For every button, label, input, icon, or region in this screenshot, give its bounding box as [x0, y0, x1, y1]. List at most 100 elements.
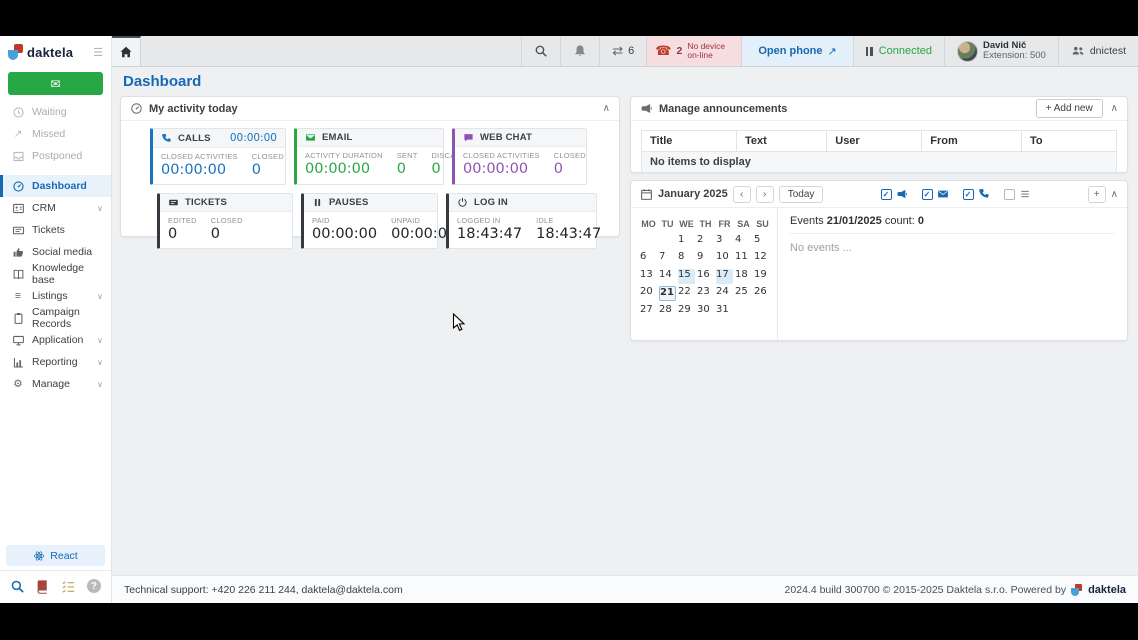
calendar-day[interactable]: 10 [716, 251, 733, 266]
sidebar-item-missed[interactable]: ↗ Missed [0, 123, 111, 145]
pauses-card: PAUSES PAID00:00:00 UNPAID00:00:00 [301, 193, 438, 249]
column-title[interactable]: Title [642, 131, 737, 152]
calendar-day[interactable]: 5 [754, 234, 771, 249]
next-month-button[interactable]: › [756, 186, 774, 203]
user-menu[interactable]: David Nič Extension: 500 [944, 36, 1058, 66]
sidebar-item-knowledge-base[interactable]: Knowledge base [0, 263, 111, 285]
calendar-day[interactable]: 28 [659, 304, 676, 319]
activity-panel-title: My activity today [149, 103, 238, 115]
column-to[interactable]: To [1022, 131, 1117, 152]
connection-status[interactable]: Connected [853, 36, 944, 66]
calendar-day[interactable]: 8 [678, 251, 695, 266]
checklist-icon[interactable] [59, 577, 77, 595]
sidebar-item-campaign-records[interactable]: Campaign Records [0, 307, 111, 329]
calendar-day[interactable]: 14 [659, 269, 676, 284]
calendar-day[interactable]: 27 [640, 304, 657, 319]
sidebar-item-waiting[interactable]: Waiting [0, 101, 111, 123]
queue-selector[interactable]: dnictest [1058, 36, 1138, 66]
phone-icon: ☎ [655, 43, 671, 59]
stat-value: 0 [397, 161, 418, 177]
calendar-day[interactable]: 21 [659, 286, 676, 301]
calendar-day[interactable]: 30 [697, 304, 714, 319]
column-user[interactable]: User [827, 131, 922, 152]
sidebar-item-tickets[interactable]: Tickets [0, 219, 111, 241]
calendar-day[interactable]: 31 [716, 304, 733, 319]
phone-badge-count: 2 [677, 45, 683, 57]
sidebar-item-application[interactable]: Application ∨ [0, 329, 111, 351]
footer-brand: daktela [1088, 584, 1126, 596]
app-window: daktela ☰ ✉ Waiting ↗ Missed Postponed [0, 36, 1138, 603]
calendar-day[interactable]: 6 [640, 251, 657, 266]
today-button[interactable]: Today [779, 186, 824, 203]
calendar-day[interactable]: 18 [735, 269, 752, 284]
react-button[interactable]: React [6, 545, 105, 566]
calendar-day[interactable]: 17 [716, 269, 733, 284]
sidebar-nav: Waiting ↗ Missed Postponed Dashboard [0, 101, 111, 541]
calendar-day[interactable]: 9 [697, 251, 714, 266]
calendar-day[interactable]: 23 [697, 286, 714, 301]
stat-value: 18:43:47 [457, 226, 522, 242]
calendar-day[interactable]: 4 [735, 234, 752, 249]
notifications-button[interactable] [560, 36, 599, 66]
search-button[interactable] [521, 36, 560, 66]
column-text[interactable]: Text [737, 131, 827, 152]
sidebar-item-social-media[interactable]: Social media [0, 241, 111, 263]
filter-events[interactable] [1004, 188, 1031, 200]
envelope-icon: ✉ [50, 77, 60, 91]
new-activity-button[interactable]: ✉ [8, 72, 103, 95]
calendar-day[interactable]: 11 [735, 251, 752, 266]
stat-value: 0 [168, 226, 197, 242]
calendar-day[interactable]: 1 [678, 234, 695, 249]
sidebar-item-reporting[interactable]: Reporting ∨ [0, 351, 111, 373]
content: Dashboard My activity today ∧ [112, 67, 1138, 575]
sidebar-item-crm[interactable]: CRM ∨ [0, 197, 111, 219]
events-count: 0 [918, 215, 924, 227]
calendar-day[interactable]: 12 [754, 251, 771, 266]
sidebar-item-manage[interactable]: ⚙ Manage ∨ [0, 373, 111, 395]
calendar-day[interactable]: 19 [754, 269, 771, 284]
calendar-day[interactable]: 29 [678, 304, 695, 319]
add-new-button[interactable]: + Add new [1036, 99, 1103, 118]
calendar-day[interactable]: 15 [678, 269, 695, 284]
add-event-button[interactable]: + [1088, 186, 1106, 203]
chevron-down-icon: ∨ [97, 358, 103, 367]
announcements-header: Manage announcements + Add new ∧ [631, 97, 1127, 121]
prev-month-button[interactable]: ‹ [733, 186, 751, 203]
events-header: Events 21/01/2025 count: 0 [790, 215, 1115, 234]
calendar-day[interactable]: 24 [716, 286, 733, 301]
collapse-icon[interactable]: ∧ [1111, 189, 1118, 200]
transfers-button[interactable]: ⇄ 6 [599, 36, 646, 66]
calendar-day[interactable]: 2 [697, 234, 714, 249]
announcements-panel: Manage announcements + Add new ∧ Title T… [630, 96, 1128, 173]
filter-announcements[interactable]: ✓ [881, 188, 908, 200]
sidebar-item-dashboard[interactable]: Dashboard [0, 175, 111, 197]
open-phone-button[interactable]: Open phone ↗ [741, 36, 852, 66]
column-from[interactable]: From [922, 131, 1022, 152]
calendar-day[interactable]: 22 [678, 286, 695, 301]
sidebar-item-listings[interactable]: ≡ Listings ∨ [0, 285, 111, 307]
help-icon[interactable]: ? [85, 577, 103, 595]
envelope-icon [305, 132, 316, 143]
collapse-icon[interactable]: ∧ [603, 103, 610, 114]
calls-total-duration: 00:00:00 [230, 132, 277, 144]
brand-name: daktela [27, 45, 73, 60]
collapse-icon[interactable]: ∧ [1111, 103, 1118, 114]
no-device-status[interactable]: ☎ 2 No device on-line [646, 36, 741, 66]
calendar-weekday: TU [658, 215, 677, 233]
calendar-day[interactable]: 25 [735, 286, 752, 301]
calendar-day[interactable]: 16 [697, 269, 714, 284]
calendar-day[interactable]: 26 [754, 286, 771, 301]
bell-icon [573, 44, 587, 58]
calendar-day[interactable]: 3 [716, 234, 733, 249]
search-icon[interactable] [8, 577, 26, 595]
menu-icon[interactable]: ☰ [93, 46, 103, 59]
calendar-day[interactable]: 20 [640, 286, 657, 301]
filter-calls[interactable]: ✓ [963, 188, 990, 200]
sidebar-item-postponed[interactable]: Postponed [0, 145, 111, 167]
filter-emails[interactable]: ✓ [922, 188, 949, 200]
tab-home[interactable] [112, 36, 141, 66]
calendar-day[interactable]: 13 [640, 269, 657, 284]
manual-book-icon[interactable] [34, 577, 52, 595]
calendar-day[interactable]: 7 [659, 251, 676, 266]
stat-value: 00:00:00 [312, 226, 377, 242]
